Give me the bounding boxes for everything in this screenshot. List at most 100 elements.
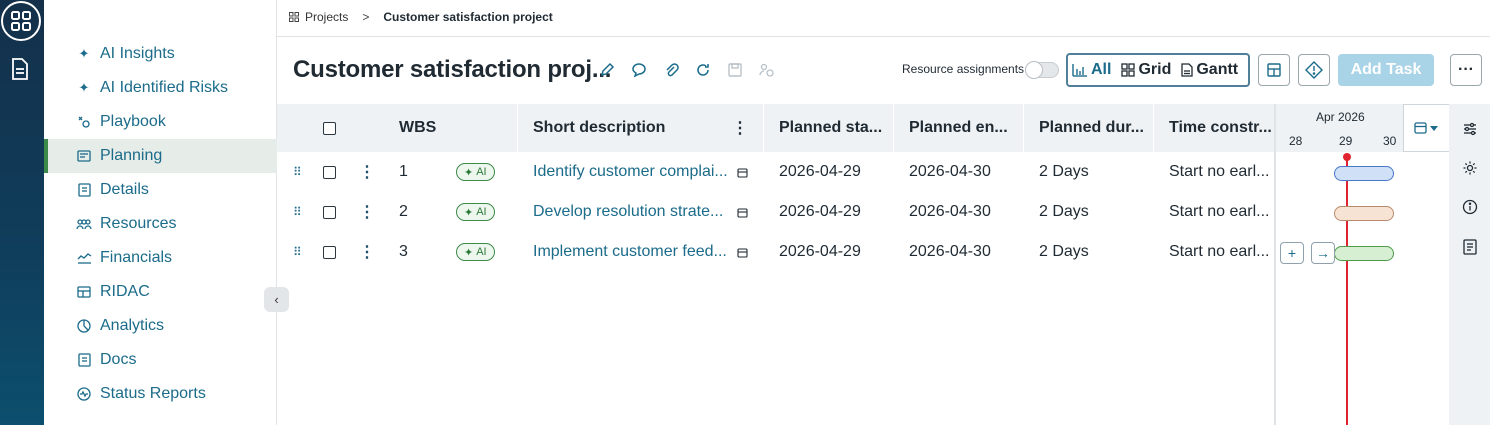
table-row[interactable]: ⠿ ⋮ 1 ✦ AI Identify customer complai... 2… bbox=[277, 152, 1274, 192]
sidebar-item-resources[interactable]: Resources bbox=[44, 207, 277, 241]
checkbox bbox=[323, 205, 336, 219]
details-icon bbox=[76, 182, 92, 198]
gantt-day-label: 29 bbox=[1339, 134, 1353, 148]
collapse-sidebar-button[interactable]: ‹ bbox=[264, 287, 289, 312]
sidebar-item-planning[interactable]: Planning bbox=[44, 139, 277, 173]
cell-planned-end: 2026-04-30 bbox=[909, 243, 991, 260]
sidebar-item-ridac[interactable]: RIDAC bbox=[44, 275, 277, 309]
gantt-day-label: 30 bbox=[1383, 134, 1397, 148]
sidebar-item-label: Analytics bbox=[100, 317, 165, 334]
calendar-icon[interactable] bbox=[737, 192, 748, 232]
sidebar-item-status-reports[interactable]: Status Reports bbox=[44, 377, 277, 411]
planning-icon bbox=[76, 148, 92, 164]
row-menu-kebab-icon[interactable]: ⋮ bbox=[359, 192, 375, 232]
column-divider bbox=[517, 104, 518, 152]
row-checkbox[interactable] bbox=[323, 232, 336, 272]
gantt-bar[interactable] bbox=[1334, 166, 1394, 181]
playbook-icon bbox=[76, 114, 92, 130]
sidebar-item-label: AI Identified Risks bbox=[100, 79, 229, 96]
sidebar-item-ai-insights[interactable]: ✦ AI Insights bbox=[44, 37, 277, 71]
grid-icon bbox=[289, 12, 299, 22]
drag-handle-icon[interactable]: ⠿ bbox=[293, 152, 302, 192]
sidebar-item-analytics[interactable]: Analytics bbox=[44, 309, 277, 343]
select-all-checkbox[interactable] bbox=[323, 104, 336, 152]
checkbox bbox=[323, 245, 336, 259]
gantt-bar[interactable] bbox=[1334, 246, 1394, 261]
app-launcher-icon[interactable] bbox=[1, 1, 41, 41]
table-row[interactable]: ⠿ ⋮ 3 ✦ AI Implement customer feed... 202… bbox=[277, 232, 1274, 272]
cell-wbs: 1 bbox=[399, 163, 408, 180]
checkbox bbox=[323, 121, 336, 135]
gantt-add-button[interactable]: + bbox=[1280, 242, 1304, 264]
cell-planned-start: 2026-04-29 bbox=[779, 163, 861, 180]
document-icon[interactable] bbox=[9, 57, 31, 81]
cell-time-constraint: Start no earl... bbox=[1169, 243, 1270, 260]
calendar-icon[interactable] bbox=[737, 152, 748, 192]
cell-planned-duration: 2 Days bbox=[1039, 243, 1089, 260]
column-menu-kebab-icon[interactable]: ⋮ bbox=[732, 104, 748, 152]
column-header-planned-duration[interactable]: Planned dur... bbox=[1039, 104, 1144, 152]
add-task-button[interactable]: Add Task bbox=[1338, 54, 1434, 86]
gantt-bar[interactable] bbox=[1334, 206, 1394, 221]
column-header-planned-start[interactable]: Planned sta... bbox=[779, 104, 882, 152]
view-all-label: All bbox=[1091, 61, 1112, 78]
filter-sliders-icon[interactable] bbox=[1461, 120, 1479, 138]
gantt-month-label: Apr 2026 bbox=[1316, 110, 1365, 124]
column-divider bbox=[1153, 104, 1154, 152]
comment-icon[interactable] bbox=[629, 60, 649, 80]
sparkle-icon: ✦ bbox=[78, 80, 90, 95]
link-users-icon[interactable] bbox=[757, 60, 777, 80]
gantt-link-arrow-button[interactable]: → bbox=[1311, 242, 1335, 264]
layout-icon bbox=[1267, 63, 1281, 77]
sidebar-item-label: AI Insights bbox=[100, 45, 175, 62]
column-header-planned-end[interactable]: Planned en... bbox=[909, 104, 1008, 152]
sidebar-item-docs[interactable]: Docs bbox=[44, 343, 277, 377]
gantt-panel: Apr 2026 28 29 30 + → bbox=[1274, 104, 1451, 425]
layout-button[interactable] bbox=[1258, 54, 1290, 86]
attachment-icon[interactable] bbox=[661, 60, 681, 80]
row-checkbox[interactable] bbox=[323, 152, 336, 192]
row-menu-kebab-icon[interactable]: ⋮ bbox=[359, 232, 375, 272]
resource-assignments-toggle[interactable] bbox=[1025, 61, 1059, 79]
calendar-icon[interactable] bbox=[737, 232, 748, 272]
drag-handle-icon[interactable]: ⠿ bbox=[293, 192, 302, 232]
document-icon bbox=[1181, 63, 1193, 77]
docs-icon bbox=[76, 352, 92, 368]
sidebar-item-label: Planning bbox=[100, 147, 163, 164]
more-options-button[interactable]: ··· bbox=[1450, 54, 1482, 86]
app-rail bbox=[0, 0, 44, 425]
row-menu-kebab-icon[interactable]: ⋮ bbox=[359, 152, 375, 192]
column-header-short-description[interactable]: Short description bbox=[533, 104, 665, 152]
column-divider bbox=[1023, 104, 1024, 152]
drag-handle-icon[interactable]: ⠿ bbox=[293, 232, 302, 272]
save-disk-icon[interactable] bbox=[725, 60, 745, 80]
row-checkbox[interactable] bbox=[323, 192, 336, 232]
table-row[interactable]: ⠿ ⋮ 2 ✦ AI Develop resolution strate... 2… bbox=[277, 192, 1274, 232]
gantt-date-picker-button[interactable] bbox=[1403, 104, 1451, 152]
task-link[interactable]: Implement customer feed... bbox=[533, 232, 727, 272]
info-icon[interactable] bbox=[1461, 198, 1479, 216]
edit-pencil-icon[interactable] bbox=[597, 60, 617, 80]
sidebar-item-details[interactable]: Details bbox=[44, 173, 277, 207]
ai-badge-label: AI bbox=[476, 166, 487, 178]
sidebar-item-financials[interactable]: Financials bbox=[44, 241, 277, 275]
task-link[interactable]: Develop resolution strate... bbox=[533, 192, 723, 232]
column-header-wbs[interactable]: WBS bbox=[399, 104, 436, 152]
breadcrumb-projects-link[interactable]: Projects bbox=[289, 10, 348, 24]
column-header-time-constraint[interactable]: Time constr... bbox=[1169, 104, 1272, 152]
details-panel-icon[interactable] bbox=[1461, 238, 1479, 256]
grid-icon bbox=[1121, 63, 1136, 77]
view-gantt-label: Gantt bbox=[1196, 61, 1239, 78]
sidebar-item-playbook[interactable]: Playbook bbox=[44, 105, 277, 139]
calendar-dropdown-icon bbox=[1414, 122, 1438, 134]
milestone-button[interactable] bbox=[1298, 54, 1330, 86]
view-grid-button[interactable]: Grid bbox=[1121, 61, 1171, 79]
task-link[interactable]: Identify customer complai... bbox=[533, 152, 728, 192]
sidebar-item-ai-identified-risks[interactable]: ✦ AI Identified Risks bbox=[44, 71, 277, 105]
view-gantt-button[interactable]: Gantt bbox=[1181, 61, 1238, 79]
refresh-icon[interactable] bbox=[693, 60, 713, 80]
settings-gear-icon[interactable] bbox=[1461, 159, 1479, 177]
analytics-icon bbox=[76, 318, 92, 334]
chevron-left-icon: ‹ bbox=[274, 292, 279, 307]
view-all-button[interactable]: All bbox=[1072, 61, 1111, 79]
